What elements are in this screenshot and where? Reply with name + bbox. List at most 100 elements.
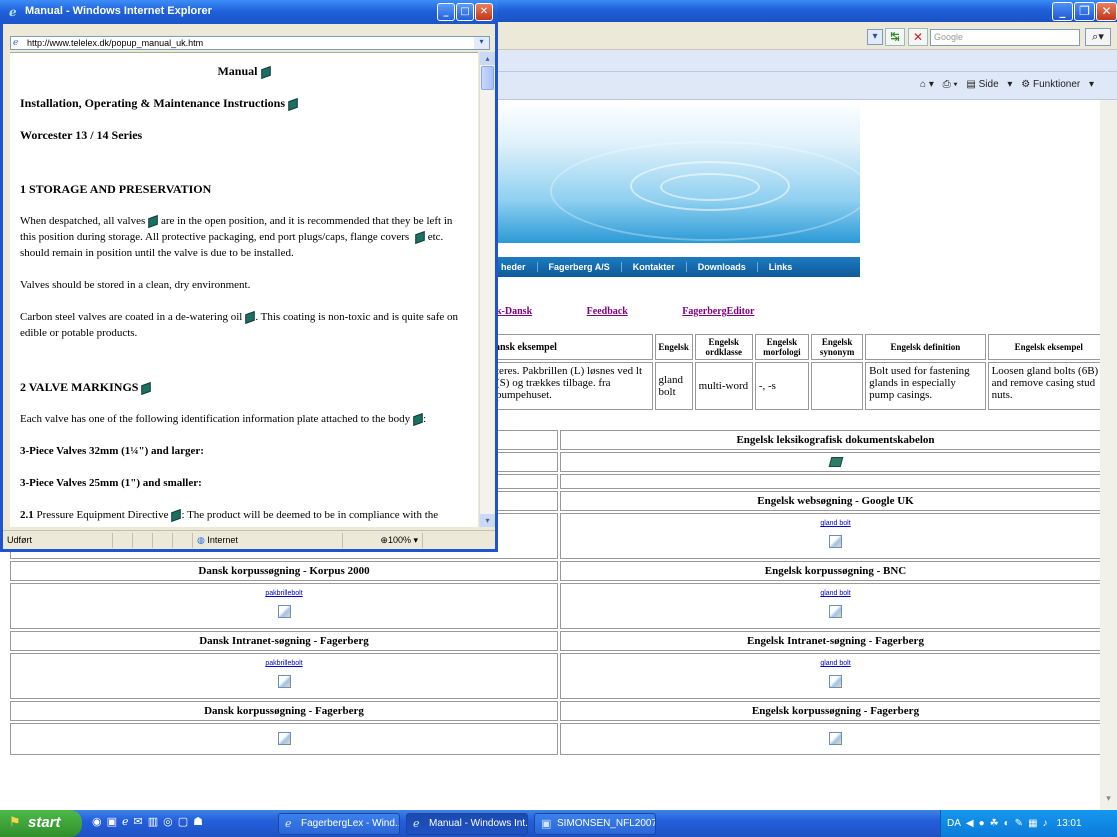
instructions-title: Installation, Operating & Maintenance In… [20,96,286,110]
result-link[interactable]: pakbrillebolt [11,660,557,667]
page-menu[interactable]: ▤ Side ▾ [966,79,1012,90]
zoom-level[interactable]: ⊕100% ▾ [343,532,423,548]
nav-item-kontakter[interactable]: Kontakter [622,262,687,272]
language-indicator[interactable]: DA [947,818,961,829]
col-dansk-eksempel: ansk eksempel [492,334,653,360]
show-desktop-icon[interactable]: ◉ [92,815,102,828]
broken-image-icon [829,605,842,618]
series-heading: Worcester 13 / 14 Series [20,128,143,142]
section-body: gland bolt [560,653,1111,699]
nav-item-fagerberg[interactable]: Fagerberg A/S [538,262,622,272]
page-icon: ℯ [13,38,19,48]
cell-synonym [811,362,864,410]
result-link[interactable]: gland bolt [561,660,1110,667]
gem-icon[interactable] [141,381,152,395]
link-dansk[interactable]: k-Dansk [496,306,532,317]
ie-logo-icon: ℯ [9,5,17,19]
link-feedback[interactable]: Feedback [587,306,628,317]
gem-icon[interactable] [415,230,425,244]
section-title: Dansk korpussøgning - Fagerberg [10,701,558,721]
address-dropdown-icon[interactable]: ▾ [867,29,883,45]
section-body: pakbrillebolt [10,653,558,699]
address-dropdown-icon[interactable]: ▾ [474,37,489,49]
status-cell [133,532,153,548]
popup-close-button[interactable]: ✕ [475,3,493,21]
search-icon[interactable]: ⌕▾ [1085,28,1111,46]
paragraph: Each valve has one of the following iden… [20,412,427,426]
outlook-icon[interactable]: ✉ [134,815,143,828]
popup-address-field[interactable]: http://www.telelex.dk/popup_manual_uk.ht… [10,36,490,50]
app-icon[interactable]: ☗ [193,815,203,828]
gem-icon[interactable] [148,214,158,228]
popup-titlebar[interactable]: Manual - Windows Internet Explorer [0,0,498,24]
broken-image-icon [829,675,842,688]
ie-icon: ℯ [285,817,292,830]
popup-scrollbar[interactable]: ▴ ▾ [479,52,495,527]
popup-minimize-button[interactable]: _ [437,3,455,21]
section-body: pakbrillebolt [10,583,558,629]
close-button[interactable]: ✕ [1096,2,1117,21]
link-fagerbergeditor[interactable]: FagerbergEditor [682,306,754,317]
result-link[interactable]: gland bolt [561,520,1110,527]
print-icon[interactable]: ⎙ ▾ [943,79,958,90]
spacer-cell [560,474,1111,489]
background-window-titlebar[interactable] [490,0,1117,22]
book-icon[interactable] [828,457,843,467]
taskbar-item-active[interactable]: ℯ Manual - Windows Int... [406,813,528,835]
col-eksempel: Engelsk eksempel [987,334,1110,360]
cell-definition: Bolt used for fastening glands in especi… [865,362,986,410]
tray-icon[interactable]: ✎ [1015,818,1023,829]
gem-icon[interactable] [288,97,298,111]
refresh-icon[interactable]: ↹ [885,28,905,46]
cell-ordklasse: multi-word [694,362,753,410]
broken-image-icon [277,732,291,745]
taskbar-item[interactable]: ℯ FagerbergLex - Wind... [278,813,400,835]
search-input[interactable]: Google [930,29,1080,46]
paragraph: Carbon steel valves are coated in a de-w… [20,310,459,339]
restore-button[interactable]: ❐ [1074,2,1095,21]
manual-heading: Manual [20,63,468,79]
word-icon[interactable]: ▣ [107,815,117,828]
taskbar-item[interactable]: ▣SIMONSEN_NFL2007.... [534,813,656,835]
app-icon[interactable]: ▥ [148,815,158,828]
minimize-button[interactable]: _ [1052,2,1073,21]
scroll-up-icon[interactable]: ▴ [480,52,495,65]
section-body [560,452,1111,472]
col-morfologi: Engelsk morfologi [754,334,809,360]
tools-menu[interactable]: ⚙ Funktioner ▾ [1021,79,1094,90]
scroll-down-icon[interactable]: ▾ [1100,794,1117,804]
tray-icon[interactable]: ◀ [966,818,974,829]
paragraph: When despatched, all valves are in the o… [20,214,453,259]
status-cell [113,532,133,548]
ie-icon[interactable]: ℯ [122,815,129,828]
gem-icon[interactable] [245,310,256,324]
nav-item-downloads[interactable]: Downloads [687,262,758,272]
tray-icon[interactable]: ▦ [1028,818,1037,829]
stop-icon[interactable]: ✕ [908,28,928,46]
subheading: 3-Piece Valves 25mm (1") and smaller: [20,477,202,489]
result-link[interactable]: gland bolt [561,590,1110,597]
scroll-down-icon[interactable]: ▾ [480,514,495,527]
section-2-heading: 2 VALVE MARKINGS [20,379,468,395]
popup-maximize-button[interactable]: □ [456,3,474,21]
gem-icon[interactable] [260,65,271,79]
volume-icon[interactable]: ♪ [1043,818,1048,829]
word-icon: ▣ [541,817,552,830]
col-definition: Engelsk definition [865,334,986,360]
app-icon[interactable]: ▢ [178,815,188,828]
tray-icon[interactable]: ◐ [1004,818,1010,829]
tray-icon[interactable]: ● [979,818,985,829]
app-icon[interactable]: ◎ [163,815,173,828]
gem-icon[interactable] [171,508,182,522]
nav-item-links[interactable]: Links [758,262,804,272]
scroll-thumb[interactable] [481,66,494,90]
tray-icon[interactable]: ☘ [990,818,999,829]
clock[interactable]: 13:01 [1057,818,1082,829]
zoom-icon: ⊕ [380,534,388,545]
home-icon[interactable]: ⌂ ▾ [920,79,934,90]
gem-icon[interactable] [413,412,423,426]
page-scrollbar[interactable]: ▾ [1100,100,1117,810]
subheading: 3-Piece Valves 32mm (1¼") and larger: [20,445,204,457]
site-navigation: heder Fagerberg A/S Kontakter Downloads … [490,257,860,277]
result-link[interactable]: pakbrillebolt [11,590,557,597]
